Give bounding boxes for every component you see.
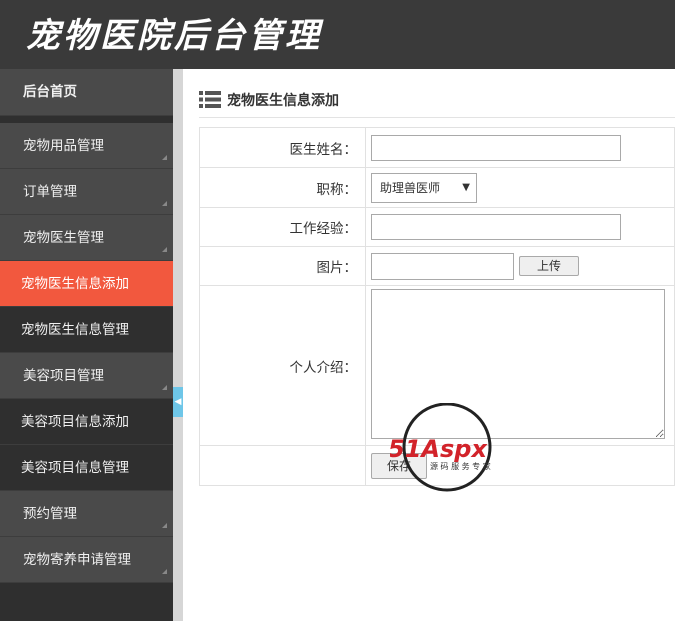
sidebar-item-label: 订单管理 <box>23 184 77 200</box>
title-select[interactable]: 助理兽医师 ▼ <box>371 172 477 203</box>
title-select-value: 助理兽医师 <box>380 180 441 195</box>
sidebar-item-home[interactable]: 后台首页 <box>0 69 173 116</box>
sidebar-item-label: 宠物寄养申请管理 <box>23 552 131 568</box>
expand-corner-icon <box>162 385 167 390</box>
list-icon <box>199 90 221 112</box>
image-label: 图片： <box>199 246 366 286</box>
form-row-image: 图片： 上传 <box>199 246 675 286</box>
sidebar-item-label: 美容项目信息管理 <box>21 460 129 476</box>
sidebar: 后台首页 宠物用品管理 订单管理 宠物医生管理 宠物医生信息添加 宠物医生信息管… <box>0 69 173 621</box>
expand-corner-icon <box>162 523 167 528</box>
collapse-sidebar-icon[interactable]: ◀ <box>173 387 183 417</box>
app-header: 宠物医院后台管理 <box>0 0 675 69</box>
intro-label: 个人介绍： <box>199 285 366 446</box>
sidebar-item-beauty-manage[interactable]: 美容项目信息管理 <box>0 445 173 491</box>
sidebar-item-beauty-add[interactable]: 美容项目信息添加 <box>0 399 173 445</box>
experience-input[interactable] <box>371 214 621 240</box>
panel-title-text: 宠物医生信息添加 <box>227 93 339 109</box>
expand-corner-icon <box>162 155 167 160</box>
sidebar-item-boarding[interactable]: 宠物寄养申请管理 <box>0 537 173 583</box>
sidebar-item-label: 宠物医生信息添加 <box>21 276 129 292</box>
sidebar-item-doctor-add[interactable]: 宠物医生信息添加 <box>0 261 173 307</box>
expand-corner-icon <box>162 569 167 574</box>
watermark-slogan: 源 码 服 务 专 家 <box>430 461 491 471</box>
watermark-brand: 51Aspx <box>390 435 488 463</box>
dropdown-arrow-icon: ▼ <box>462 181 470 193</box>
doctor-name-input[interactable] <box>371 134 621 161</box>
sidebar-item-label: 宠物用品管理 <box>23 138 104 154</box>
expand-corner-icon <box>162 201 167 206</box>
expand-corner-icon <box>162 247 167 252</box>
name-label: 医生姓名： <box>199 127 366 168</box>
sidebar-item-label: 宠物医生管理 <box>23 230 104 246</box>
panel-divider <box>199 117 675 118</box>
sidebar-item-label: 美容项目管理 <box>23 368 104 384</box>
form-row-experience: 工作经验： <box>199 207 675 247</box>
panel-title: 宠物医生信息添加 <box>199 90 339 112</box>
sidebar-item-label: 美容项目信息添加 <box>21 414 129 430</box>
sidebar-divider <box>0 116 173 123</box>
sidebar-item-doctor-manage[interactable]: 宠物医生信息管理 <box>0 307 173 353</box>
sidebar-item-orders[interactable]: 订单管理 <box>0 169 173 215</box>
experience-label: 工作经验： <box>199 207 366 247</box>
image-path-input[interactable] <box>371 252 514 280</box>
sidebar-splitter[interactable] <box>173 69 183 621</box>
app-title: 宠物医院后台管理 <box>26 16 322 56</box>
sidebar-item-label: 预约管理 <box>23 506 77 522</box>
title-label: 职称： <box>199 167 366 208</box>
sidebar-item-appointments[interactable]: 预约管理 <box>0 491 173 537</box>
sidebar-item-pet-supplies[interactable]: 宠物用品管理 <box>0 123 173 169</box>
form-row-name: 医生姓名： <box>199 127 675 168</box>
upload-button[interactable]: 上传 <box>519 256 579 276</box>
sidebar-item-beauty[interactable]: 美容项目管理 <box>0 353 173 399</box>
form-row-title: 职称： 助理兽医师 ▼ <box>199 167 675 208</box>
sidebar-item-label: 宠物医生信息管理 <box>21 322 129 338</box>
sidebar-item-doctors[interactable]: 宠物医生管理 <box>0 215 173 261</box>
watermark-logo: 51Aspx 源 码 服 务 专 家 <box>388 402 510 493</box>
